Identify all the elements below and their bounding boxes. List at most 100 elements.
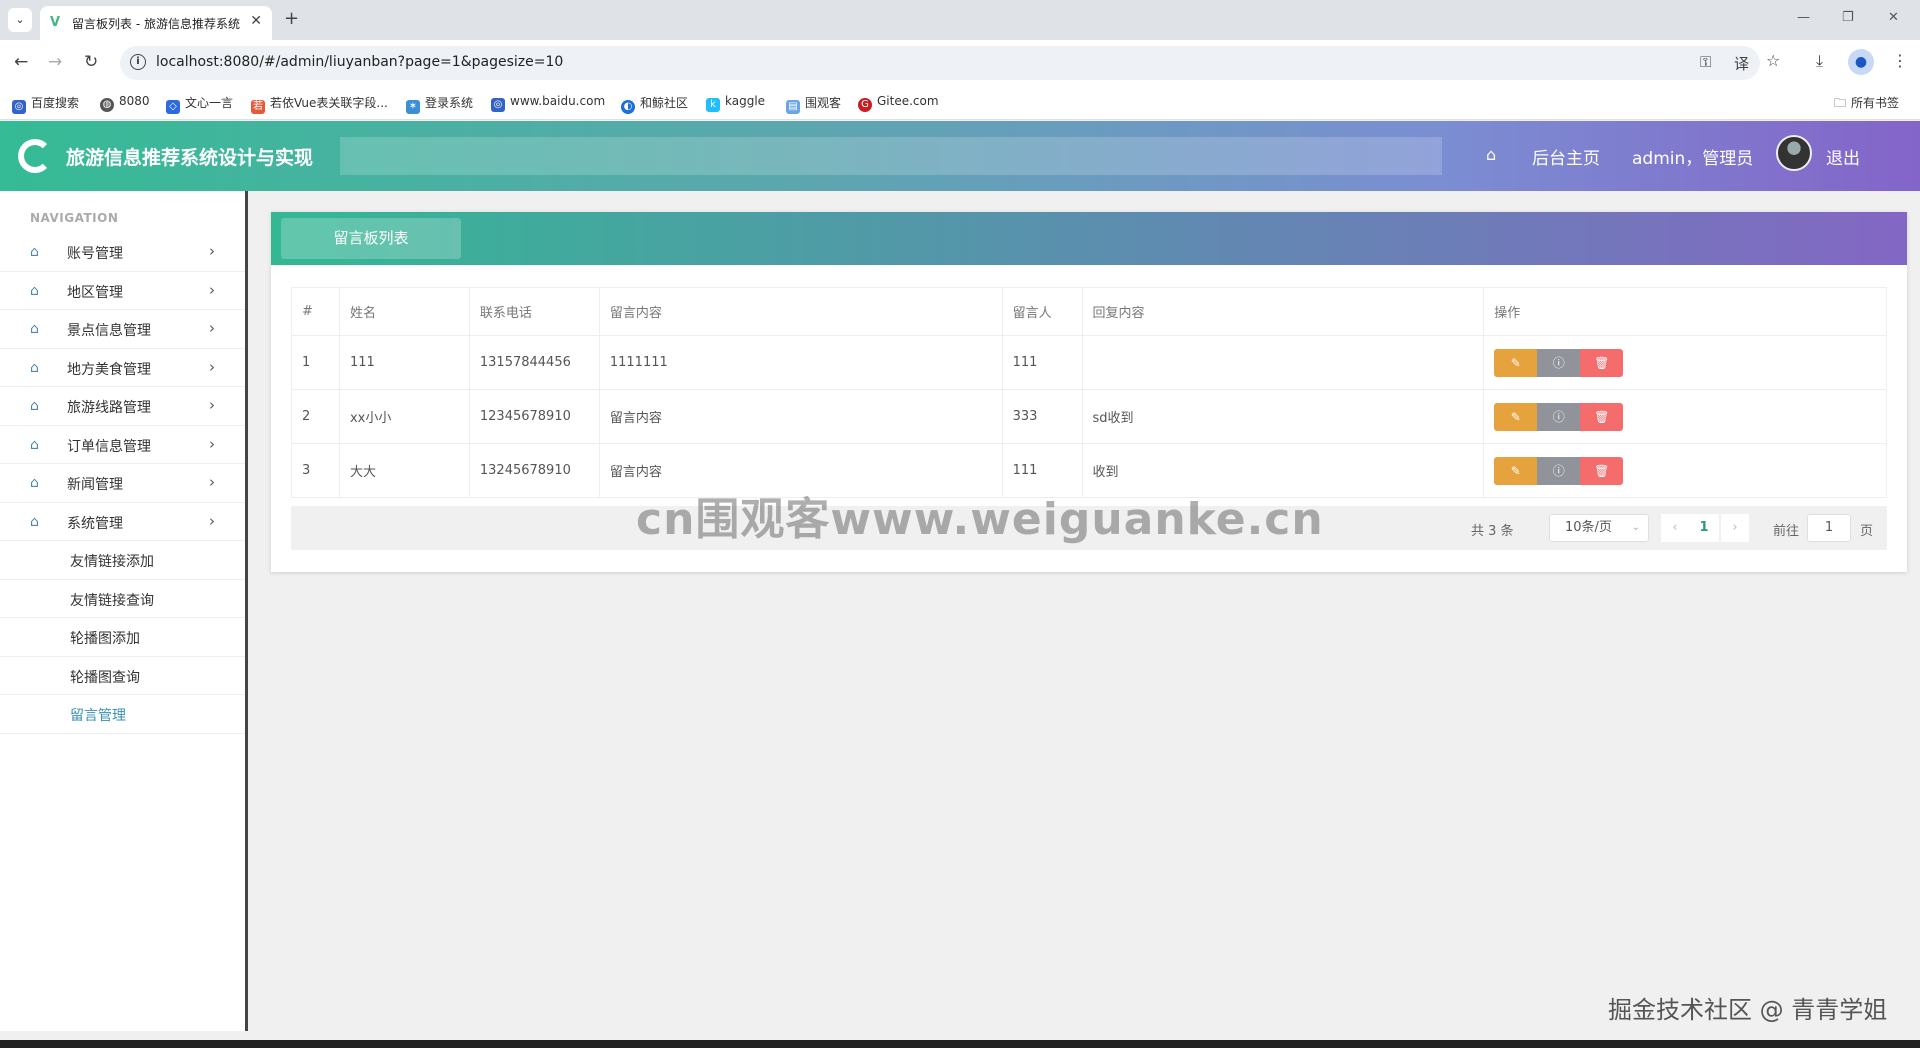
translate-icon[interactable]: 译 (1734, 53, 1749, 74)
sidebar-subitem-link-add[interactable]: 友情链接添加 (0, 541, 245, 580)
bookmark-favicon-icon: ✶ (406, 100, 420, 114)
address-bar[interactable]: i localhost:8080/#/admin/liuyanban?page=… (120, 46, 1760, 80)
new-tab-icon[interactable]: + (284, 8, 299, 29)
bookmark-favicon-icon: ◎ (12, 100, 26, 114)
page-size-value: 10条/页 (1565, 520, 1612, 535)
all-bookmarks[interactable]: 🗀 所有书签 (1834, 94, 1899, 115)
page-size-select[interactable]: 10条/页 ⌄ (1549, 514, 1649, 542)
sidebar-subitem-carousel-add[interactable]: 轮播图添加 (0, 618, 245, 657)
edit-button[interactable]: ✎ (1494, 348, 1538, 377)
tab-list-button[interactable]: ⌄ (8, 8, 32, 32)
sidebar-item-regions[interactable]: ⌂ 地区管理 › (0, 272, 245, 310)
edit-button[interactable]: ✎ (1494, 402, 1538, 431)
bookmark-item[interactable]: ◐ 和鲸社区 (621, 94, 688, 114)
admin-home-link[interactable]: 后台主页 (1532, 144, 1600, 169)
sidebar-item-label: 旅游线路管理 (67, 400, 151, 416)
sidebar-subitem-carousel-query[interactable]: 轮播图查询 (0, 657, 245, 695)
window-close-icon[interactable]: ✕ (1888, 10, 1899, 25)
column-header-content: 留言内容 (598, 287, 1003, 336)
bookmark-item[interactable]: ✶ 登录系统 (406, 94, 473, 114)
logo-icon (18, 139, 52, 173)
bookmark-star-icon[interactable]: ☆ (1766, 51, 1780, 70)
panel-header: 留言板列表 (271, 212, 1907, 265)
page-number-current[interactable]: 1 (1689, 514, 1719, 542)
sidebar-item-orders[interactable]: ⌂ 订单信息管理 › (0, 426, 245, 464)
trash-icon: 🗑 (1594, 409, 1610, 424)
sidebar-item-routes[interactable]: ⌂ 旅游线路管理 › (0, 387, 245, 426)
cell-author: 111 (1001, 335, 1083, 390)
browser-tab[interactable]: V 留言板列表 - 旅游信息推荐系统 ✕ (40, 6, 272, 40)
bookmark-label: 围观客 (805, 96, 842, 110)
bookmark-item[interactable]: ▤ 围观客 (786, 94, 841, 114)
column-header-reply: 回复内容 (1081, 287, 1485, 336)
detail-button[interactable]: ⓘ (1537, 402, 1581, 431)
more-menu-icon[interactable]: ⋮ (1892, 51, 1908, 70)
chevron-right-icon: › (209, 319, 215, 337)
column-header-name: 姓名 (338, 287, 470, 336)
bookmark-item[interactable]: ◎ www.baidu.com (491, 94, 605, 112)
bookmark-item[interactable]: ◍ 8080 (100, 94, 150, 112)
sidebar-subitem-label: 轮播图查询 (70, 669, 140, 686)
sidebar-subitem-label: 留言管理 (70, 708, 126, 724)
sidebar-subitem-messages[interactable]: 留言管理 (0, 695, 245, 734)
column-header-actions: 操作 (1483, 287, 1887, 336)
sidebar-subitem-link-query[interactable]: 友情链接查询 (0, 580, 245, 618)
cell-name: 大大 (338, 443, 470, 498)
edit-button[interactable]: ✎ (1494, 456, 1538, 485)
prev-page-icon[interactable]: ‹ (1661, 514, 1689, 542)
home-icon: ⌂ (30, 398, 39, 414)
password-key-icon[interactable]: ⚿ (1700, 53, 1711, 71)
goto-unit-label: 页 (1860, 524, 1874, 539)
cell-name: 111 (338, 335, 470, 390)
download-icon[interactable]: ⤓ (1816, 51, 1823, 71)
pagination-total: 共 3 条 (1471, 524, 1514, 539)
home-icon: ⌂ (30, 513, 39, 530)
table-row: 2 xx小小 12345678910 留言内容 333 sd收到 ✎ ⓘ 🗑 (291, 389, 1887, 444)
logout-link[interactable]: 退出 (1826, 144, 1860, 169)
restore-icon[interactable]: ❐ (1842, 10, 1854, 25)
tab-message-board-list[interactable]: 留言板列表 (281, 218, 461, 259)
app-title: 旅游信息推荐系统设计与实现 (66, 147, 314, 169)
back-icon[interactable]: ← (14, 52, 28, 72)
sidebar-item-accounts[interactable]: ⌂ 账号管理 › (0, 233, 245, 272)
delete-button[interactable]: 🗑 (1580, 348, 1624, 377)
sidebar-item-system[interactable]: ⌂ 系统管理 › (0, 503, 245, 541)
bookmark-item[interactable]: 若若依Vue表关联字段... (251, 94, 388, 114)
bookmark-label: 若依Vue表关联字段... (270, 96, 388, 110)
forward-icon[interactable]: → (48, 52, 62, 72)
all-bookmarks-label: 所有书签 (1851, 96, 1900, 110)
chevron-right-icon: › (209, 357, 215, 376)
detail-button[interactable]: ⓘ (1537, 348, 1581, 377)
tab-close-icon[interactable]: ✕ (250, 13, 262, 29)
column-header-author: 留言人 (1001, 287, 1083, 336)
chevron-right-icon: › (209, 242, 215, 260)
home-icon: ⌂ (30, 359, 39, 376)
vue-favicon-icon: V (50, 15, 61, 30)
bookmark-item[interactable]: ◇ 文心一言 (166, 94, 233, 114)
delete-button[interactable]: 🗑 (1580, 456, 1624, 485)
delete-button[interactable]: 🗑 (1580, 402, 1624, 431)
sidebar-item-label: 新闻管理 (67, 477, 123, 493)
bookmark-item[interactable]: G Gitee.com (858, 94, 939, 112)
profile-icon[interactable]: ● (1848, 49, 1874, 75)
trash-icon: 🗑 (1594, 463, 1610, 478)
cell-content: 1111111 (598, 335, 1003, 390)
sidebar-item-local-food[interactable]: ⌂ 地方美食管理 › (0, 349, 245, 387)
avatar[interactable] (1776, 135, 1812, 171)
bookmark-item[interactable]: ◎ 百度搜索 (12, 94, 79, 114)
site-info-icon[interactable]: i (130, 54, 146, 70)
url-text[interactable]: localhost:8080/#/admin/liuyanban?page=1&… (156, 54, 563, 70)
taskbar (0, 1040, 1920, 1048)
message-table: # 姓名 联系电话 留言内容 留言人 回复内容 操作 1 111 1315784… (291, 287, 1887, 498)
minimize-icon[interactable]: — (1797, 10, 1810, 25)
home-icon[interactable]: ⌂ (1486, 145, 1496, 164)
app-header: 旅游信息推荐系统设计与实现 ⌂ 后台主页 admin，管理员 退出 (0, 121, 1920, 191)
next-page-icon[interactable]: › (1721, 514, 1749, 542)
reload-icon[interactable]: ↻ (84, 52, 98, 72)
home-icon: ⌂ (30, 282, 39, 299)
sidebar-item-attractions[interactable]: ⌂ 景点信息管理 › (0, 310, 245, 349)
goto-page-input[interactable]: 1 (1807, 514, 1851, 542)
sidebar-item-news[interactable]: ⌂ 新闻管理 › (0, 464, 245, 503)
bookmark-item[interactable]: k kaggle (706, 94, 765, 112)
detail-button[interactable]: ⓘ (1537, 456, 1581, 485)
